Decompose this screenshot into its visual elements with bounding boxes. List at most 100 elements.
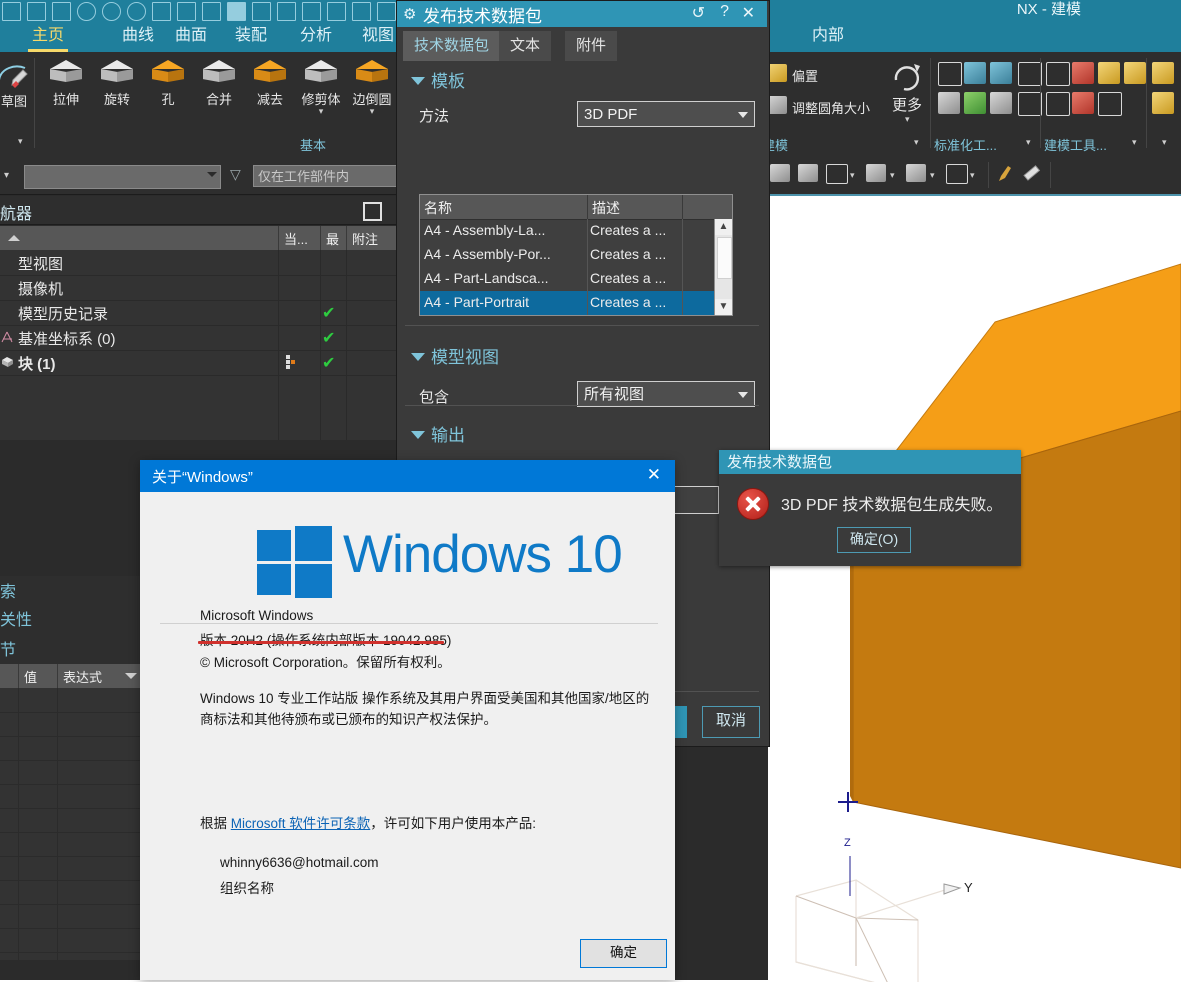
navigator-row[interactable]: 模型历史记录 ✔	[0, 300, 400, 326]
navigator-row[interactable]: 块 (1) ✔	[0, 350, 400, 376]
units-icon[interactable]	[1098, 92, 1122, 116]
template-row[interactable]: A4 - Assembly-Por... Creates a ...	[420, 243, 732, 267]
expression-row[interactable]	[0, 856, 140, 881]
expression-row[interactable]	[0, 880, 140, 905]
save-icon[interactable]	[52, 1, 71, 21]
new-icon[interactable]	[2, 1, 21, 21]
navigator-col-latest[interactable]: 最	[326, 229, 339, 248]
section-icon[interactable]	[946, 164, 968, 184]
modeling-group-caret-icon[interactable]: ▾	[914, 137, 919, 148]
scroll-up-icon[interactable]: ▲	[715, 219, 732, 235]
delete-icon[interactable]	[227, 1, 246, 21]
navigator-row[interactable]: 型视图	[0, 250, 400, 276]
paste-icon[interactable]	[177, 1, 196, 21]
close-icon[interactable]: ✕	[647, 465, 661, 485]
ribbon-item-sketch[interactable]: 草图	[0, 60, 42, 109]
ribbon-tab-3[interactable]: 装配	[225, 22, 277, 52]
graphics-viewport[interactable]: Y X Z	[768, 194, 1181, 982]
extra-group-caret-icon[interactable]: ▾	[1162, 137, 1167, 148]
method-combo[interactable]: 3D PDF	[577, 101, 755, 127]
component-icon[interactable]	[1152, 92, 1174, 114]
template-row[interactable]: A4 - Assembly-La... Creates a ...	[420, 219, 732, 243]
ribbon-label-offset[interactable]: 偏置	[792, 66, 818, 85]
triangle-icon[interactable]	[1046, 62, 1070, 86]
window-tile-icon[interactable]	[302, 1, 321, 21]
ribbon-item-3[interactable]: 合并	[191, 58, 247, 107]
shade-mode-caret-icon[interactable]: ▾	[890, 170, 895, 181]
ribbon-label-more[interactable]: 更多	[892, 94, 922, 115]
display-icon[interactable]	[352, 1, 371, 21]
template-table[interactable]: 名称 描述 A4 - Assembly-La... Creates a ... A4…	[419, 194, 733, 316]
template-col-name[interactable]: 名称	[424, 198, 452, 218]
tdp-tab-2[interactable]: 附件	[565, 31, 618, 61]
navigator-row[interactable]: 摄像机	[0, 275, 400, 301]
navigator-dropdown-caret-icon[interactable]: ▾	[4, 170, 9, 181]
offset-icon[interactable]	[767, 64, 787, 82]
navigator-row-check-icon[interactable]: ✔	[322, 303, 335, 323]
panel-search[interactable]: 索	[0, 576, 140, 605]
tdp-dialog-title-bar[interactable]: ⚙ 发布技术数据包 ↺ ? ✕	[397, 1, 767, 27]
help-icon[interactable]: ?	[720, 3, 729, 21]
panel-dependency[interactable]: 关性	[0, 604, 140, 635]
navigator-row-check-icon[interactable]: ✔	[322, 353, 335, 373]
expression-row[interactable]	[0, 712, 140, 737]
template-section-caret-icon[interactable]	[411, 77, 425, 85]
ribbon-item-caret-icon[interactable]: ▾	[344, 107, 400, 116]
include-combo[interactable]: 所有视图	[577, 381, 755, 407]
check-geometry-icon[interactable]	[938, 92, 960, 114]
filter-funnel-icon[interactable]: ▽	[230, 166, 241, 183]
scrollbar-thumb[interactable]	[717, 237, 732, 279]
ribbon-item-5[interactable]: 修剪体 ▾	[293, 58, 349, 116]
body-icon[interactable]	[770, 164, 790, 182]
tdp-tab-0[interactable]: 技术数据包	[403, 31, 501, 61]
modeling-tools-group-caret-icon[interactable]: ▾	[1132, 137, 1137, 148]
ribbon-item-caret-icon[interactable]: ▾	[293, 107, 349, 116]
ribbon-label-resize-blend[interactable]: 调整圆角大小	[792, 98, 870, 117]
ribbon-tab-7[interactable]: 内部	[802, 22, 854, 52]
clear-icon[interactable]	[1072, 92, 1094, 114]
ribbon-tab-4[interactable]: 分析	[290, 22, 342, 52]
navigator-row-check-icon[interactable]: ✔	[322, 328, 335, 348]
sort-descending-icon[interactable]	[125, 673, 137, 679]
microsoft-license-link[interactable]: Microsoft 软件许可条款	[231, 816, 371, 831]
expression-grid[interactable]	[0, 688, 140, 960]
model-view-section-caret-icon[interactable]	[411, 353, 425, 361]
examine-icon[interactable]	[990, 92, 1012, 114]
ribbon-tab-2[interactable]: 曲面	[165, 22, 217, 52]
ribbon-item-4[interactable]: 减去	[242, 58, 298, 107]
view-style-icon[interactable]	[826, 164, 848, 184]
part-family-icon[interactable]	[1124, 62, 1146, 84]
expression-col-value[interactable]: 值	[24, 667, 37, 686]
ruler-icon[interactable]	[1022, 164, 1042, 189]
close-icon[interactable]: ✕	[742, 3, 755, 23]
add-part-icon[interactable]	[1098, 62, 1120, 84]
shaded-icon[interactable]	[798, 164, 818, 182]
panel-details[interactable]: 节	[0, 634, 140, 665]
assembly-icon[interactable]	[1152, 62, 1174, 84]
more-caret-icon[interactable]: ▾	[905, 114, 910, 125]
table-icon[interactable]	[1072, 62, 1094, 84]
template-row[interactable]: A4 - Part-Portrait Creates a ...	[420, 291, 732, 315]
copy-icon[interactable]	[152, 1, 171, 21]
winver-ok-button[interactable]: 确定	[580, 939, 667, 968]
ribbon-tab-1[interactable]: 曲线	[112, 22, 164, 52]
expression-row[interactable]	[0, 832, 140, 857]
navigator-row[interactable]: 基准坐标系 (0) ✔	[0, 325, 400, 351]
undo-icon[interactable]	[77, 1, 96, 21]
brush-icon[interactable]	[996, 164, 1016, 189]
cut-icon[interactable]	[127, 1, 146, 21]
window-split-icon[interactable]	[277, 1, 296, 21]
navigator-filter-combo[interactable]	[24, 165, 221, 189]
sketch-more-caret-icon[interactable]: ▾	[18, 137, 23, 146]
ribbon-tab-0[interactable]: 主页	[22, 22, 74, 52]
view-style-caret-icon[interactable]: ▾	[850, 170, 855, 181]
expression-row[interactable]	[0, 904, 140, 929]
open-icon[interactable]	[27, 1, 46, 21]
template-table-scrollbar[interactable]: ▲ ▼	[714, 219, 732, 315]
cylinder-caret-icon[interactable]: ▾	[930, 170, 935, 181]
paste-special-icon[interactable]	[202, 1, 221, 21]
window-icon[interactable]	[252, 1, 271, 21]
validate-icon[interactable]	[964, 92, 986, 114]
expression-row[interactable]	[0, 808, 140, 833]
tdp-tab-1[interactable]: 文本	[499, 31, 552, 61]
